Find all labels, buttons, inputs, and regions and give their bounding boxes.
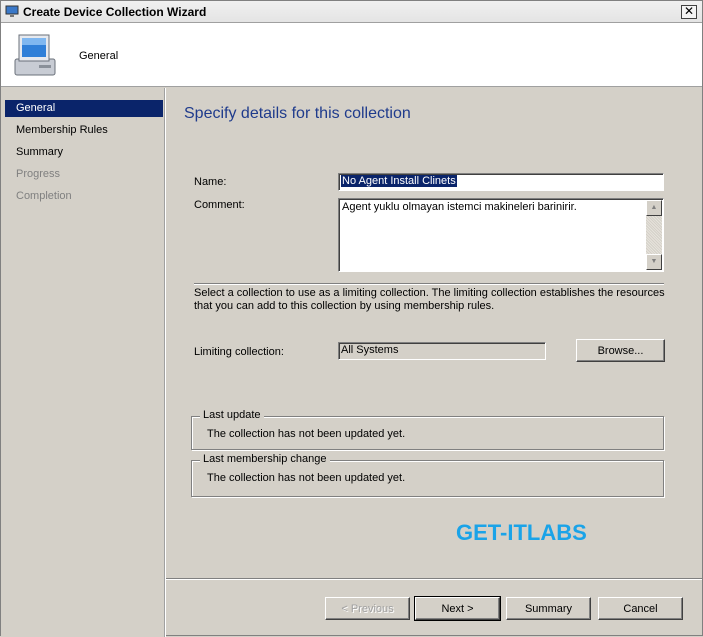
nav-item-completion: Completion <box>16 190 72 202</box>
name-label: Name: <box>194 176 227 188</box>
last-update-text: The collection has not been updated yet. <box>207 428 406 440</box>
last-membership-change-group: Last membership change The collection ha… <box>191 453 664 497</box>
close-button[interactable]: ✕ <box>681 5 697 19</box>
scroll-down-icon[interactable]: ▼ <box>646 254 662 270</box>
browse-button[interactable]: Browse... <box>576 339 665 362</box>
limiting-help-text: Select a collection to use as a limiting… <box>194 287 665 312</box>
section-heading: Specify details for this collection <box>184 105 411 122</box>
cancel-button[interactable]: Cancel <box>598 597 683 620</box>
name-value: No Agent Install Clinets <box>341 175 457 187</box>
wizard-window: Create Device Collection Wizard ✕ Genera… <box>0 0 703 637</box>
limiting-collection-label: Limiting collection: <box>194 346 284 358</box>
next-button[interactable]: Next > <box>414 596 501 621</box>
separator <box>194 283 664 285</box>
comment-field[interactable]: Agent yuklu olmayan istemci makineleri b… <box>338 198 664 272</box>
computer-icon <box>14 34 56 76</box>
nav-item-general[interactable]: General <box>5 100 163 117</box>
summary-button[interactable]: Summary <box>506 597 591 620</box>
last-membership-change-title: Last membership change <box>200 453 330 465</box>
last-membership-change-text: The collection has not been updated yet. <box>207 472 406 484</box>
page-title: General <box>79 50 119 62</box>
last-update-title: Last update <box>200 409 264 421</box>
limiting-collection-field: All Systems <box>338 342 546 360</box>
scroll-up-icon[interactable]: ▲ <box>646 200 662 216</box>
sidebar-divider <box>164 88 165 637</box>
previous-button: < Previous <box>325 597 410 620</box>
watermark: GET-ITLABS <box>456 520 587 545</box>
window-title: Create Device Collection Wizard <box>23 5 207 19</box>
limiting-collection-value: All Systems <box>341 344 399 356</box>
last-update-group: Last update The collection has not been … <box>191 409 664 450</box>
comment-scrollbar[interactable]: ▲ ▼ <box>646 200 662 270</box>
comment-value: Agent yuklu olmayan istemci makineleri b… <box>342 201 577 213</box>
nav-item-progress: Progress <box>16 168 61 180</box>
wizard-header: General <box>1 23 702 87</box>
wizard-nav: General Membership Rules Summary Progres… <box>1 88 166 637</box>
nav-item-summary[interactable]: Summary <box>5 144 163 161</box>
computer-icon <box>5 5 19 17</box>
name-field[interactable]: No Agent Install Clinets <box>338 173 664 191</box>
comment-label: Comment: <box>194 199 245 211</box>
title-bar[interactable]: Create Device Collection Wizard ✕ <box>1 1 702 23</box>
footer-separator <box>166 578 702 580</box>
nav-item-membership-rules[interactable]: Membership Rules <box>5 122 163 139</box>
